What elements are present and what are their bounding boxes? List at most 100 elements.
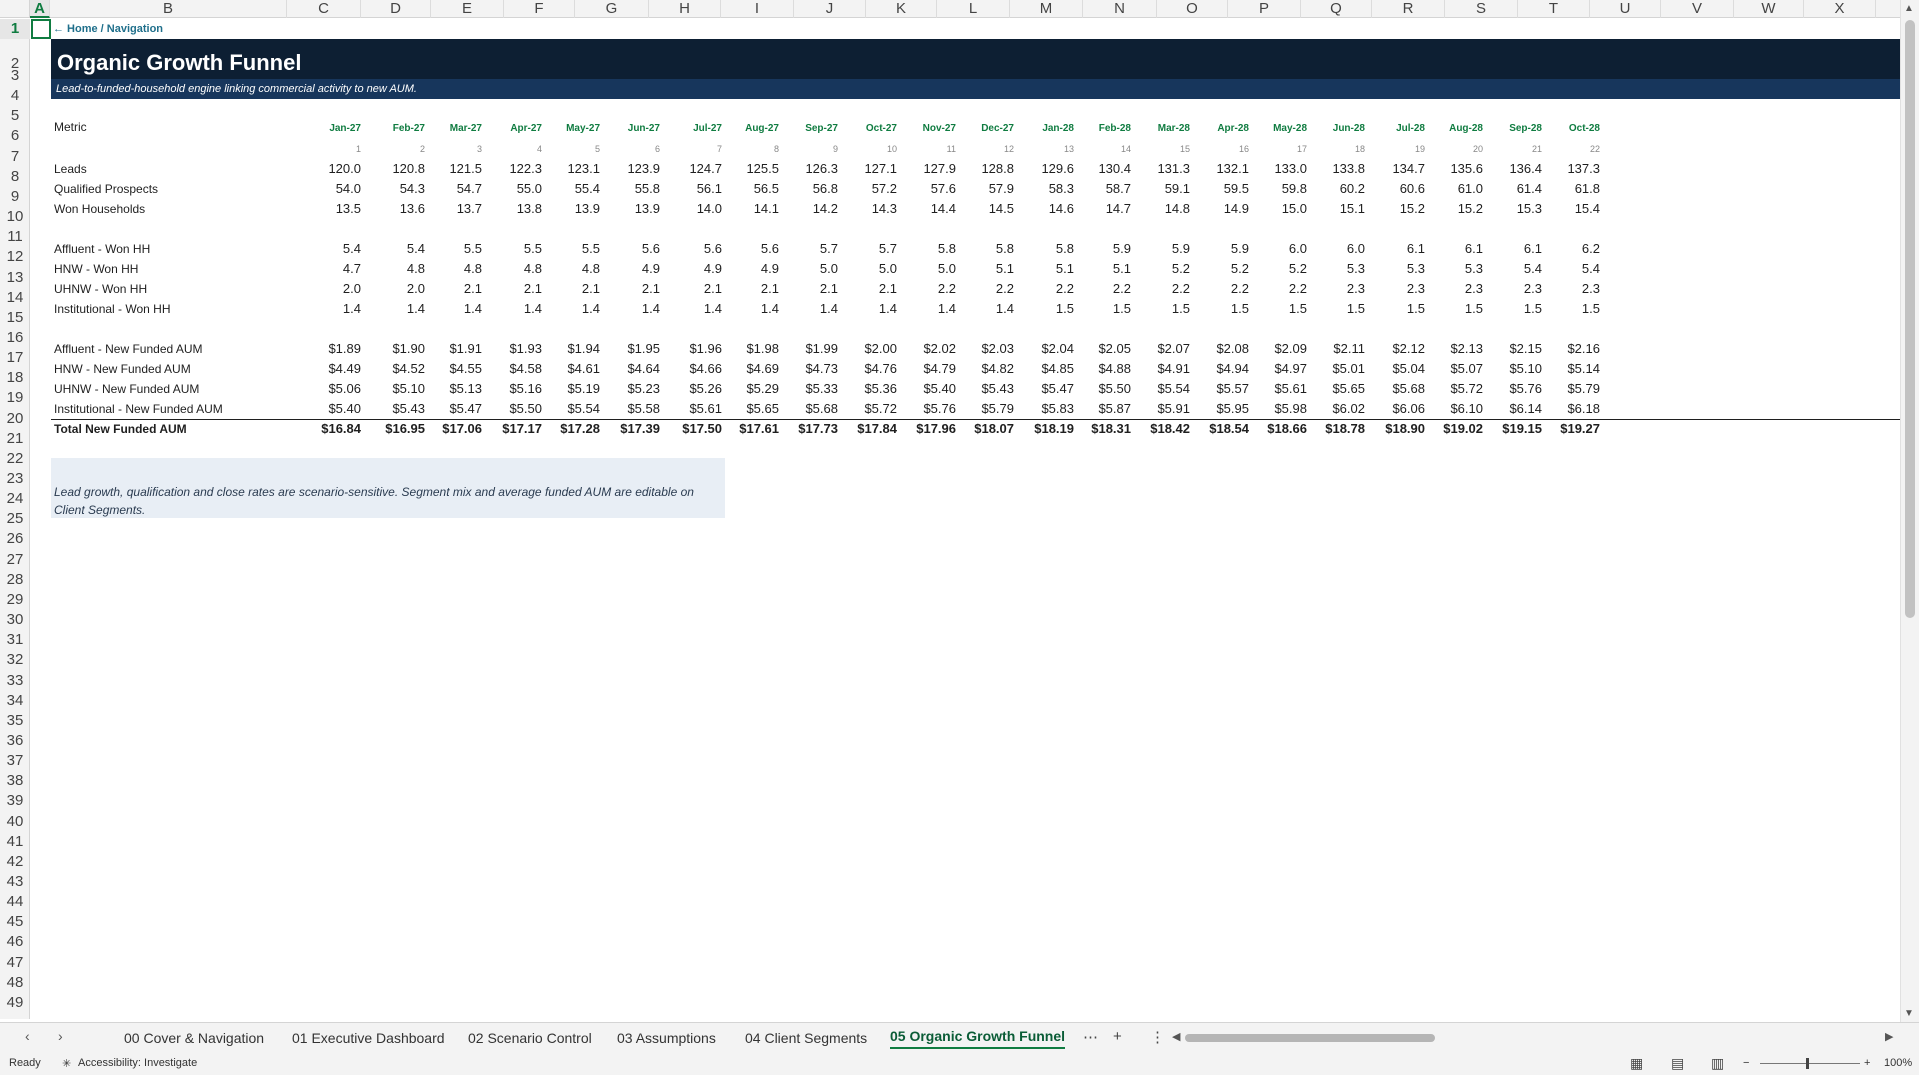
row-header-14[interactable]: 14 xyxy=(0,288,30,308)
row-header-37[interactable]: 37 xyxy=(0,751,30,771)
column-header-m[interactable]: M xyxy=(1010,0,1083,18)
column-header-g[interactable]: G xyxy=(575,0,649,18)
column-header-l[interactable]: L xyxy=(937,0,1010,18)
row-header-29[interactable]: 29 xyxy=(0,590,30,610)
column-header-f[interactable]: F xyxy=(504,0,575,18)
row-header-41[interactable]: 41 xyxy=(0,832,30,852)
column-header-p[interactable]: P xyxy=(1228,0,1301,18)
sheet-tab[interactable]: 03 Assumptions xyxy=(617,1030,716,1046)
row-header-17[interactable]: 17 xyxy=(0,348,30,368)
column-header-e[interactable]: E xyxy=(431,0,504,18)
row-header-21[interactable]: 21 xyxy=(0,429,30,449)
column-header-u[interactable]: U xyxy=(1590,0,1661,18)
column-header-c[interactable]: C xyxy=(287,0,361,18)
row-header-31[interactable]: 31 xyxy=(0,630,30,650)
column-header-w[interactable]: W xyxy=(1734,0,1804,18)
row-header-10[interactable]: 10 xyxy=(0,207,30,227)
row-header-3[interactable]: 3 xyxy=(0,66,30,86)
row-header-46[interactable]: 46 xyxy=(0,932,30,952)
sheet-tab[interactable]: 04 Client Segments xyxy=(745,1030,867,1046)
row-header-35[interactable]: 35 xyxy=(0,711,30,731)
row-header-9[interactable]: 9 xyxy=(0,187,30,207)
row-header-25[interactable]: 25 xyxy=(0,509,30,529)
column-header-i[interactable]: I xyxy=(721,0,794,18)
zoom-level[interactable]: 100% xyxy=(1884,1057,1912,1069)
column-header-j[interactable]: J xyxy=(794,0,866,18)
sheet-grid[interactable]: ← Home / Navigation Organic Growth Funne… xyxy=(31,19,1900,1019)
column-header-h[interactable]: H xyxy=(649,0,721,18)
row-header-33[interactable]: 33 xyxy=(0,671,30,691)
column-header-r[interactable]: R xyxy=(1372,0,1445,18)
vertical-scroll-thumb[interactable] xyxy=(1905,20,1915,618)
row-header-40[interactable]: 40 xyxy=(0,812,30,832)
accessibility-icon[interactable]: ✳ xyxy=(62,1057,71,1070)
row-header-49[interactable]: 49 xyxy=(0,993,30,1013)
row-header-7[interactable]: 7 xyxy=(0,147,30,167)
row-header-45[interactable]: 45 xyxy=(0,912,30,932)
row-header-28[interactable]: 28 xyxy=(0,570,30,590)
scroll-down-icon[interactable]: ▼ xyxy=(1904,1008,1914,1019)
sheet-tab[interactable]: 02 Scenario Control xyxy=(468,1030,592,1046)
row-header-38[interactable]: 38 xyxy=(0,771,30,791)
column-header-d[interactable]: D xyxy=(361,0,431,18)
row-header-18[interactable]: 18 xyxy=(0,368,30,388)
zoom-slider[interactable] xyxy=(1760,1063,1860,1064)
row-header-27[interactable]: 27 xyxy=(0,550,30,570)
scroll-up-icon[interactable]: ▲ xyxy=(1904,3,1914,14)
column-header-n[interactable]: N xyxy=(1083,0,1157,18)
more-sheets-icon[interactable]: ⋯ xyxy=(1083,1028,1098,1046)
sheet-tab[interactable]: 00 Cover & Navigation xyxy=(124,1030,264,1046)
row-header-5[interactable]: 5 xyxy=(0,106,30,126)
sheet-tab[interactable]: 01 Executive Dashboard xyxy=(292,1030,445,1046)
add-sheet-icon[interactable]: + xyxy=(1113,1028,1122,1045)
row-header-12[interactable]: 12 xyxy=(0,247,30,267)
column-header-v[interactable]: V xyxy=(1661,0,1734,18)
zoom-out-icon[interactable]: − xyxy=(1743,1057,1749,1069)
normal-view-icon[interactable]: ▦ xyxy=(1630,1055,1643,1072)
row-header-30[interactable]: 30 xyxy=(0,610,30,630)
column-header-s[interactable]: S xyxy=(1445,0,1518,18)
row-header-47[interactable]: 47 xyxy=(0,953,30,973)
row-header-19[interactable]: 19 xyxy=(0,388,30,408)
column-header-k[interactable]: K xyxy=(866,0,937,18)
row-header-20[interactable]: 20 xyxy=(0,409,30,429)
row-header-4[interactable]: 4 xyxy=(0,86,30,106)
zoom-slider-handle[interactable] xyxy=(1806,1058,1809,1069)
column-header-t[interactable]: T xyxy=(1518,0,1590,18)
sheet-options-icon[interactable]: ⋮ xyxy=(1150,1028,1165,1046)
column-header-a[interactable]: A xyxy=(30,0,50,18)
row-header-42[interactable]: 42 xyxy=(0,852,30,872)
column-header-b[interactable]: B xyxy=(50,0,287,18)
horizontal-scroll-thumb[interactable] xyxy=(1185,1034,1435,1042)
row-header-15[interactable]: 15 xyxy=(0,308,30,328)
next-sheet-icon[interactable]: › xyxy=(58,1028,63,1044)
row-header-44[interactable]: 44 xyxy=(0,892,30,912)
active-cell-a1[interactable] xyxy=(31,19,51,39)
row-header-48[interactable]: 48 xyxy=(0,973,30,993)
column-header-o[interactable]: O xyxy=(1157,0,1228,18)
sheet-tab[interactable]: 05 Organic Growth Funnel xyxy=(890,1028,1066,1049)
row-header-1[interactable]: 1 xyxy=(0,19,30,39)
scroll-left-icon[interactable]: ◀ xyxy=(1172,1030,1180,1043)
row-header-39[interactable]: 39 xyxy=(0,791,30,811)
row-header-13[interactable]: 13 xyxy=(0,268,30,288)
row-header-22[interactable]: 22 xyxy=(0,449,30,469)
row-header-34[interactable]: 34 xyxy=(0,691,30,711)
row-header-36[interactable]: 36 xyxy=(0,731,30,751)
row-header-26[interactable]: 26 xyxy=(0,529,30,549)
column-header-q[interactable]: Q xyxy=(1301,0,1372,18)
accessibility-status[interactable]: Accessibility: Investigate xyxy=(78,1057,197,1069)
row-header-43[interactable]: 43 xyxy=(0,872,30,892)
row-header-16[interactable]: 16 xyxy=(0,328,30,348)
vertical-scrollbar[interactable]: ▲ ▼ xyxy=(1900,0,1919,1022)
page-layout-icon[interactable]: ▤ xyxy=(1671,1055,1684,1072)
row-header-24[interactable]: 24 xyxy=(0,489,30,509)
row-header-32[interactable]: 32 xyxy=(0,650,30,670)
row-header-6[interactable]: 6 xyxy=(0,126,30,146)
home-navigation-link[interactable]: ← Home / Navigation xyxy=(53,23,163,35)
row-header-11[interactable]: 11 xyxy=(0,227,30,247)
select-all-corner[interactable] xyxy=(0,0,30,18)
row-header-8[interactable]: 8 xyxy=(0,167,30,187)
zoom-in-icon[interactable]: + xyxy=(1864,1057,1870,1069)
page-break-preview-icon[interactable]: ▥ xyxy=(1711,1055,1724,1072)
